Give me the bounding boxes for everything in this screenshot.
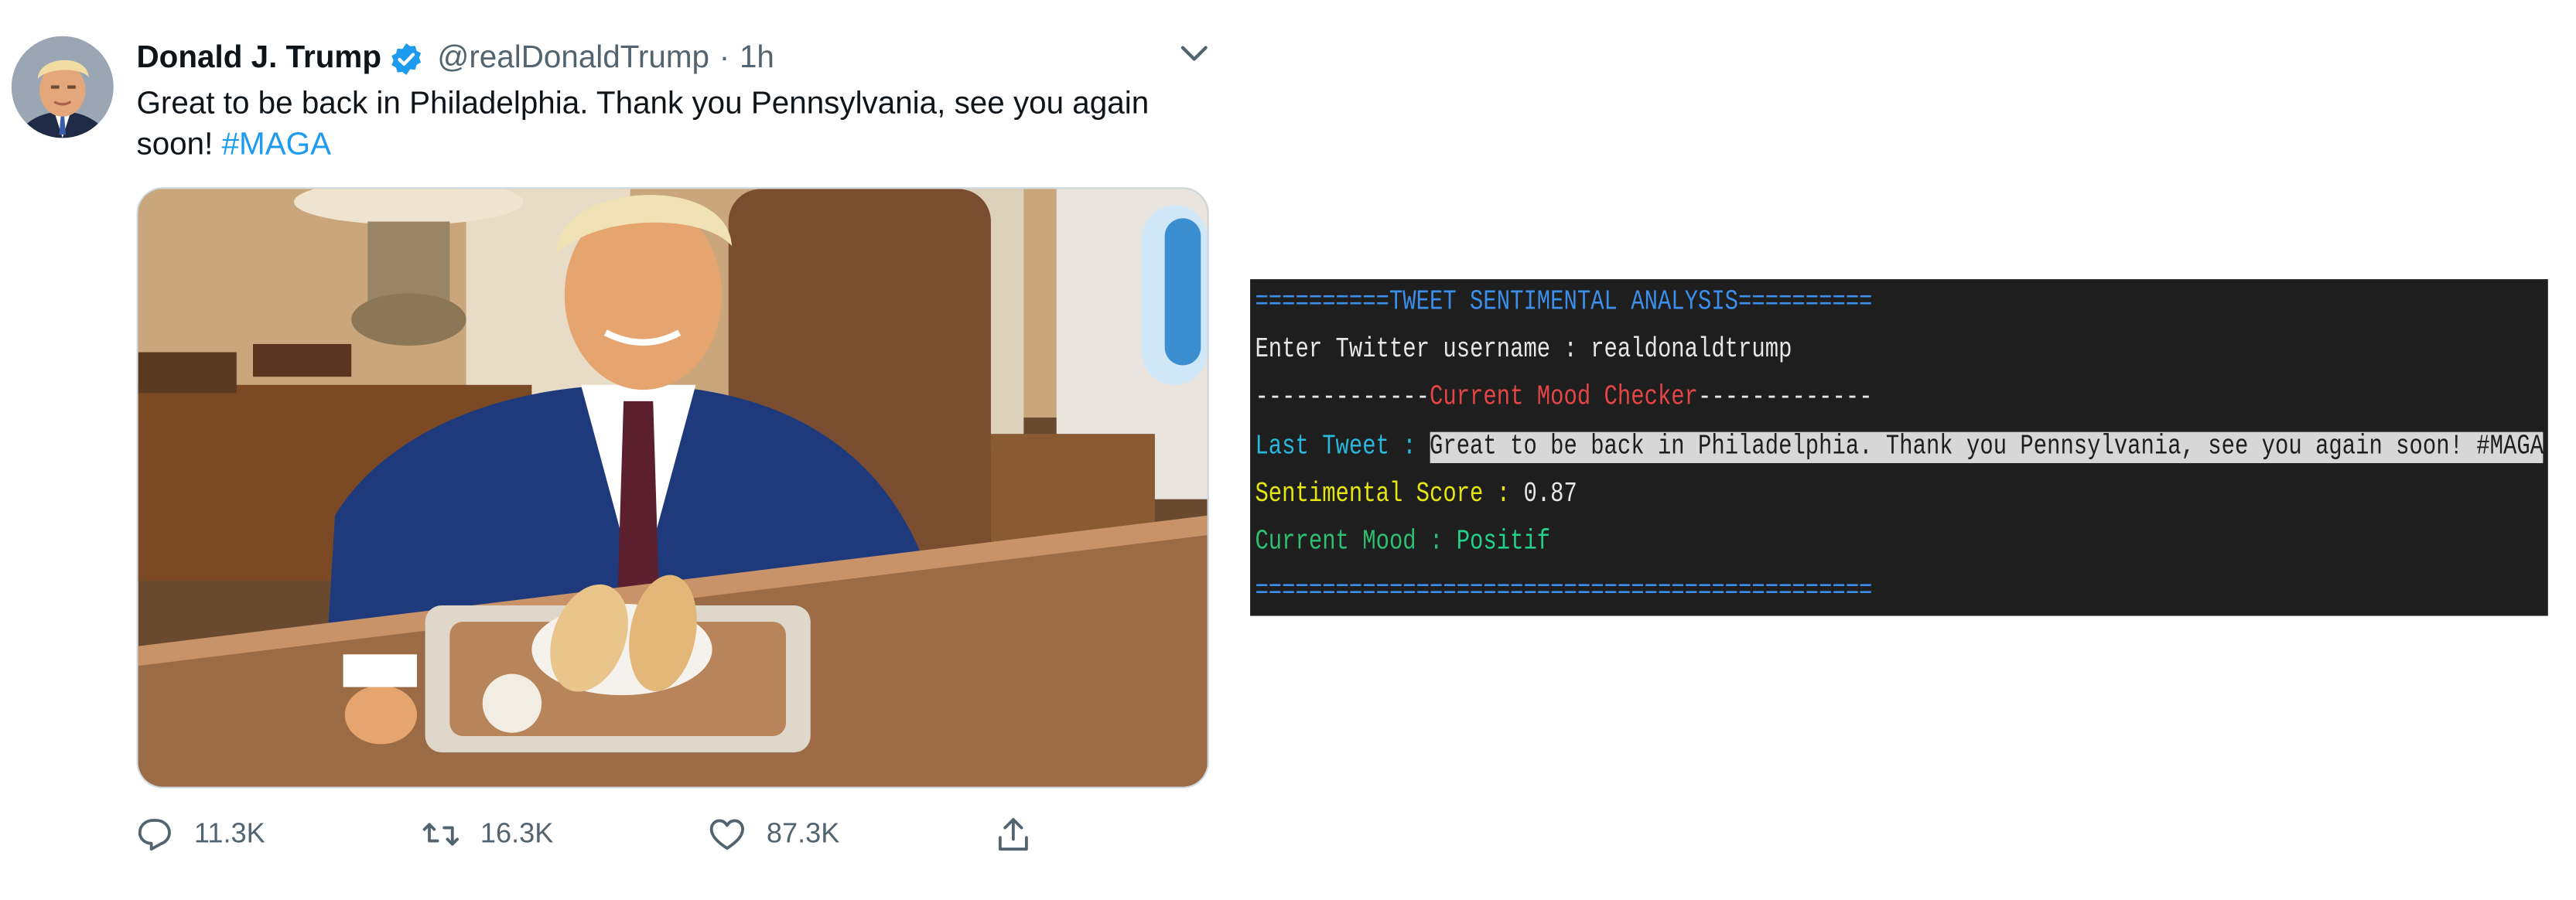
display-name[interactable]: Donald J. Trump: [136, 41, 381, 77]
terminal-window: ==========TWEET SENTIMENTAL ANALYSIS====…: [1250, 279, 2548, 616]
retweet-count: 16.3K: [480, 817, 554, 850]
tweet-timestamp[interactable]: 1h: [740, 41, 774, 77]
last-tweet-line: Last Tweet : Great to be back in Philade…: [1255, 431, 2544, 467]
mood-line: Current Mood : Positif: [1255, 526, 1550, 562]
tweet-actions: 11.3K 16.3K 87.3K: [135, 810, 1220, 859]
last-tweet-value[interactable]: Great to be back in Philadelphia. Thank …: [1430, 431, 2544, 463]
reply-button[interactable]: 11.3K: [135, 810, 265, 859]
like-count: 87.3K: [766, 817, 840, 850]
reply-count: 11.3K: [193, 817, 265, 850]
chevron-down-icon[interactable]: [1178, 39, 1211, 69]
separator-dot: ·: [719, 41, 730, 76]
terminal-header: ==========TWEET SENTIMENTAL ANALYSIS====…: [1255, 287, 1873, 319]
tweet-header: Donald J. Trump @realDonaldTrump · 1h: [136, 36, 774, 82]
reply-icon: [138, 819, 171, 851]
score-line: Sentimental Score : 0.87: [1255, 478, 1577, 514]
share-icon: [998, 818, 1028, 851]
mood-value: Positif: [1456, 527, 1551, 559]
like-button[interactable]: 87.3K: [707, 810, 839, 859]
retweet-icon: [422, 823, 460, 846]
mood-label: Current Mood :: [1255, 527, 1457, 559]
heart-icon: [709, 819, 744, 851]
checker-dashes-right: -------------: [1698, 382, 1873, 414]
username-prompt: Enter Twitter username : realdonaldtrump: [1255, 335, 1792, 366]
hashtag-link[interactable]: #MAGA: [222, 128, 331, 163]
photo-illustration: [138, 189, 1208, 787]
last-tweet-label: Last Tweet :: [1255, 431, 1430, 463]
score-label: Sentimental Score :: [1255, 479, 1524, 511]
score-value: 0.87: [1523, 479, 1577, 511]
mood-checker-line: -------------Current Mood Checker-------…: [1255, 381, 1872, 418]
user-handle[interactable]: @realDonaldTrump: [437, 41, 709, 77]
avatar[interactable]: [11, 36, 114, 138]
terminal-footer: ========================================…: [1255, 576, 1873, 608]
retweet-button[interactable]: 16.3K: [421, 810, 553, 859]
share-button[interactable]: [993, 810, 1033, 859]
tweet-text: Great to be back in Philadelphia. Thank …: [136, 84, 1189, 165]
verified-badge-icon: [388, 41, 425, 77]
checker-title: Current Mood Checker: [1429, 382, 1699, 414]
checker-dashes-left: -------------: [1255, 382, 1430, 414]
screen: Donald J. Trump @realDonaldTrump · 1h Gr…: [0, 0, 2576, 900]
tweet-photo[interactable]: [136, 187, 1209, 789]
